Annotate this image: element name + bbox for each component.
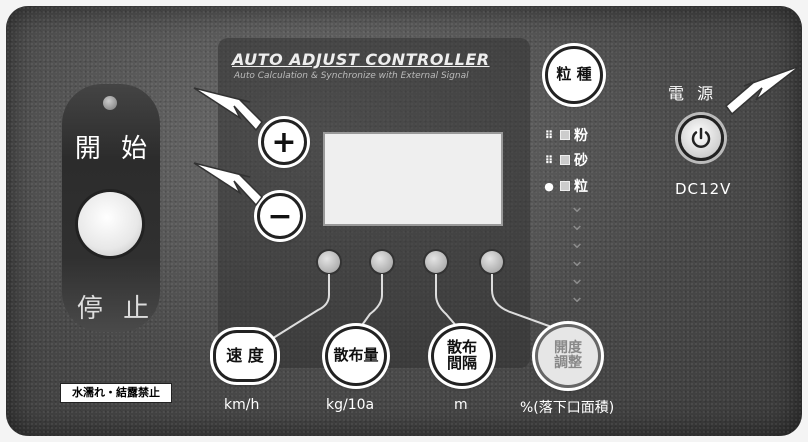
- granule-symbol-icon: ●: [544, 179, 554, 193]
- connector-lines: [269, 274, 561, 341]
- grain-type-sand: ⠿ 砂: [542, 150, 588, 170]
- chevron-down-icon: ⌄: [569, 286, 585, 307]
- grain-type-powder: ⠿ 粉: [542, 125, 588, 145]
- power-label: 電 源: [668, 84, 718, 103]
- arrow-pointer-icon: [724, 65, 801, 116]
- arrow-pointer-icon: [193, 162, 263, 207]
- power-button[interactable]: [678, 115, 724, 161]
- opening-adjust-button[interactable]: 開度 調整: [535, 324, 601, 388]
- sand-indicator: [560, 155, 570, 165]
- interval-unit-label: m: [454, 397, 468, 413]
- chevron-down-icon: ⌄: [569, 250, 585, 271]
- grain-type-button[interactable]: 粒 種: [545, 46, 603, 104]
- grain-type-granule: ● 粒: [542, 176, 588, 196]
- chevron-down-icon: ⌄: [569, 196, 585, 217]
- spread-interval-button[interactable]: 散布 間隔: [431, 326, 493, 386]
- powder-label: 粉: [574, 128, 588, 144]
- granule-indicator: [560, 181, 570, 191]
- spread-amount-button[interactable]: 散布量: [325, 326, 387, 386]
- power-icon: [691, 127, 711, 148]
- chevron-down-icon: ⌄: [569, 214, 585, 235]
- sand-label: 砂: [574, 153, 588, 169]
- chevron-down-icon: ⌄: [569, 232, 585, 253]
- granule-label: 粒: [574, 179, 588, 195]
- amount-unit-label: kg/10a: [326, 397, 375, 413]
- power-voltage-label: DC12V: [675, 180, 732, 198]
- speed-button[interactable]: 速 度: [213, 330, 277, 382]
- arrow-pointer-icon: [193, 87, 263, 132]
- chevron-down-icon: ⌄: [569, 268, 585, 289]
- powder-indicator: [560, 130, 570, 140]
- sand-symbol-icon: ⠿: [544, 153, 554, 167]
- opening-unit-label: %(落下口面積): [520, 400, 615, 416]
- speed-unit-label: km/h: [224, 397, 260, 413]
- powder-symbol-icon: ⠿: [544, 128, 554, 142]
